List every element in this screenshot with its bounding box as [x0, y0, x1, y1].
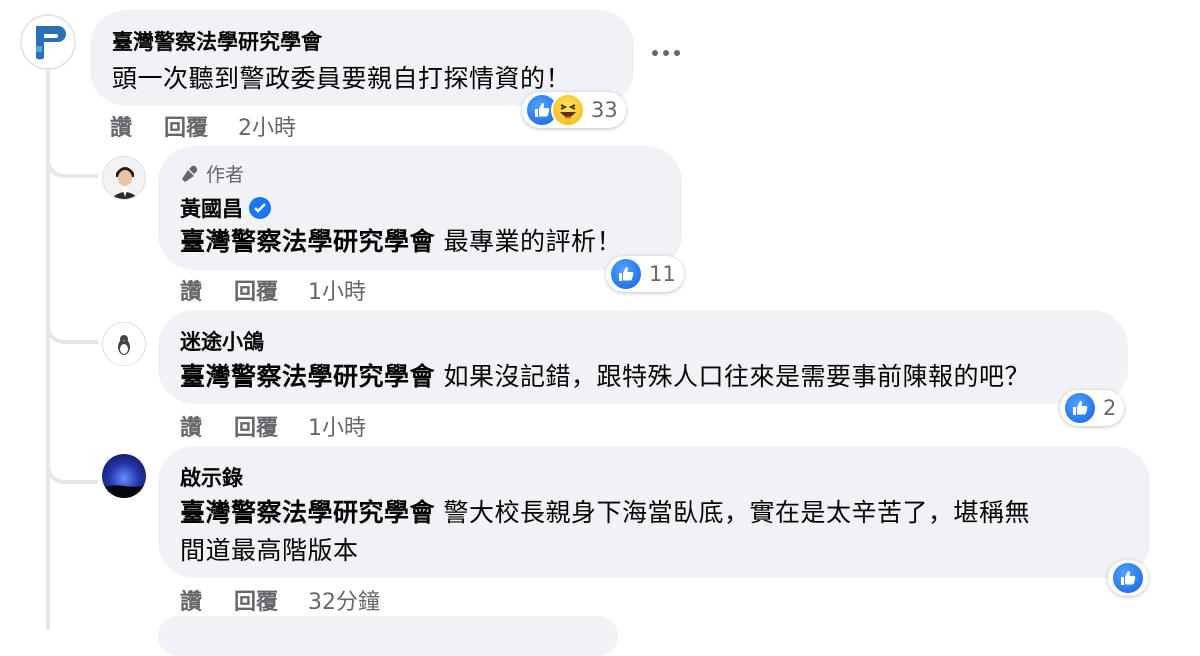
- reaction-count: 2: [1103, 396, 1117, 420]
- comment-body: 如果沒記錯，跟特殊人口往來是需要事前陳報的吧？: [443, 362, 1030, 391]
- avatar[interactable]: [102, 322, 146, 366]
- comment-actions: 讚 回覆 1小時: [180, 274, 366, 306]
- author-badge: 作者: [180, 160, 682, 187]
- person-photo-icon: [103, 157, 145, 199]
- like-button[interactable]: 讚: [110, 110, 132, 142]
- author-label: 作者: [206, 164, 245, 186]
- avatar[interactable]: [102, 156, 146, 200]
- like-icon: [1063, 391, 1097, 425]
- page-logo-icon: [36, 26, 66, 60]
- comment-text: 臺灣警察法學研究學會 最專業的評析！: [180, 223, 682, 261]
- microphone-icon: [182, 165, 198, 182]
- next-comment-bubble: [158, 616, 618, 656]
- thread-branch: [46, 320, 98, 344]
- reaction-count: 33: [591, 98, 618, 122]
- avatar[interactable]: [102, 454, 146, 498]
- comment-timestamp[interactable]: 2小時: [238, 110, 296, 142]
- reply-button[interactable]: 回覆: [234, 274, 278, 306]
- comment-bubble: 迷途小鴿 臺灣警察法學研究學會 如果沒記錯，跟特殊人口往來是需要事前陳報的吧？: [158, 310, 1128, 404]
- haha-icon: [551, 93, 585, 127]
- reactions-summary[interactable]: 2: [1060, 390, 1125, 426]
- reply-button[interactable]: 回覆: [234, 410, 278, 442]
- comment-body: 警大校長親身下海當臥底，實在是太辛苦了，堪稱無: [443, 498, 1030, 527]
- like-button[interactable]: 讚: [180, 274, 202, 306]
- comment-timestamp[interactable]: 1小時: [308, 274, 366, 306]
- reactions-summary[interactable]: 11: [606, 256, 684, 292]
- comment-author[interactable]: 黃國昌: [180, 193, 243, 223]
- comment-timestamp[interactable]: 32分鐘: [308, 584, 380, 616]
- thread-branch: [46, 154, 98, 178]
- reply-button[interactable]: 回覆: [234, 584, 278, 616]
- thread-branch: [46, 460, 98, 484]
- avatar[interactable]: [20, 14, 76, 70]
- comment-author[interactable]: 啟示錄: [180, 462, 1150, 492]
- comment-text-line2: 間道最高階版本: [180, 536, 359, 565]
- more-options-icon[interactable]: [652, 50, 680, 56]
- comment-bubble: 啟示錄 臺灣警察法學研究學會 警大校長親身下海當臥底，實在是太辛苦了，堪稱無 間…: [158, 446, 1150, 578]
- comment-actions: 讚 回覆 1小時: [180, 410, 366, 442]
- like-icon: [1111, 561, 1145, 595]
- comment-bubble: 作者 黃國昌 臺灣警察法學研究學會 最專業的評析！: [158, 146, 682, 270]
- verified-badge-icon: [249, 197, 271, 219]
- reactions-summary[interactable]: 33: [522, 92, 626, 128]
- comment-text: 臺灣警察法學研究學會 警大校長親身下海當臥底，實在是太辛苦了，堪稱無: [180, 494, 1150, 532]
- comment-actions: 讚 回覆 32分鐘: [180, 584, 380, 616]
- like-icon: [609, 257, 643, 291]
- comment-text: 臺灣警察法學研究學會 如果沒記錯，跟特殊人口往來是需要事前陳報的吧？: [180, 358, 1128, 396]
- mention-tag[interactable]: 臺灣警察法學研究學會: [180, 498, 435, 527]
- like-button[interactable]: 讚: [180, 410, 202, 442]
- night-sky-icon: [102, 485, 146, 498]
- comment-author[interactable]: 迷途小鴿: [180, 326, 1128, 356]
- comment-body: 最專業的評析！: [443, 227, 622, 256]
- reply-button[interactable]: 回覆: [164, 110, 208, 142]
- mention-tag[interactable]: 臺灣警察法學研究學會: [180, 362, 435, 391]
- reaction-count: 11: [649, 262, 676, 286]
- reactions-summary[interactable]: [1108, 560, 1148, 596]
- comment-actions: 讚 回覆 2小時: [110, 110, 296, 142]
- like-button[interactable]: 讚: [180, 584, 202, 616]
- comment-author[interactable]: 臺灣警察法學研究學會: [112, 26, 634, 56]
- penguin-icon: [118, 335, 130, 355]
- comment-timestamp[interactable]: 1小時: [308, 410, 366, 442]
- mention-tag[interactable]: 臺灣警察法學研究學會: [180, 227, 435, 256]
